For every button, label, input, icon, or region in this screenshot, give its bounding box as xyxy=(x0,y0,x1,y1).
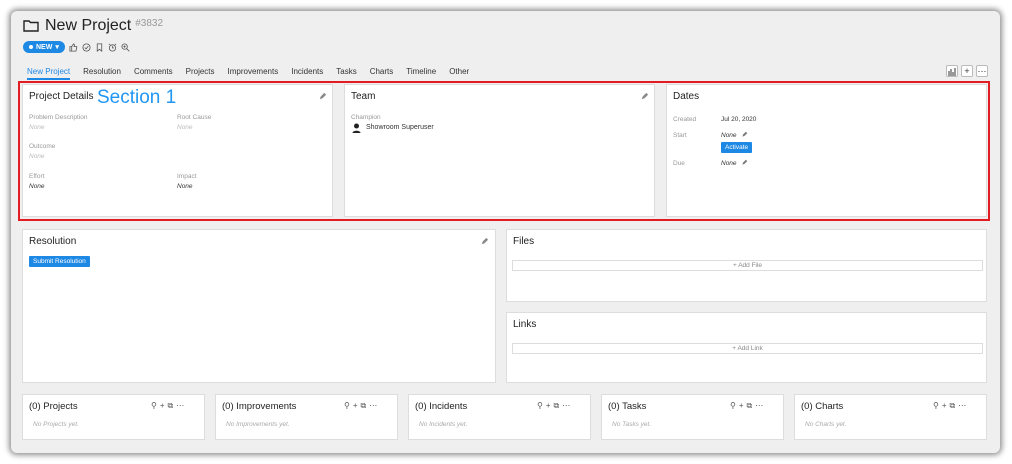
add-link-button[interactable]: + Add Link xyxy=(512,343,983,354)
tab-charts[interactable]: Charts xyxy=(370,67,394,80)
panel-title: Files xyxy=(513,236,535,247)
panel-title: Resolution xyxy=(29,236,77,247)
status-row: NEW ▾ xyxy=(23,41,130,53)
zoom-icon[interactable] xyxy=(121,42,130,52)
chart-icon xyxy=(948,68,956,76)
folder-icon xyxy=(23,20,39,32)
copy-icon[interactable]: ⧉ xyxy=(168,401,174,411)
subpanel-title: (0) Incidents xyxy=(415,401,468,412)
copy-icon[interactable]: ⧉ xyxy=(950,401,956,411)
search-icon[interactable]: ⚲ xyxy=(933,401,939,411)
files-panel: Files + Add File xyxy=(506,229,987,302)
subpanel-title: (0) Improvements xyxy=(222,401,297,412)
plus-icon[interactable]: + xyxy=(546,401,551,411)
subpanel-actions: ⚲ + ⧉ ⋯ xyxy=(730,401,763,411)
incidents-subpanel: (0) Incidents ⚲ + ⧉ ⋯ No Incidents yet. xyxy=(408,394,591,440)
tab-resolution[interactable]: Resolution xyxy=(83,67,121,80)
bookmark-icon[interactable] xyxy=(95,42,104,52)
projects-subpanel: (0) Projects ⚲ + ⧉ ⋯ No Projects yet. xyxy=(22,394,205,440)
more-icon[interactable]: ⋯ xyxy=(958,401,966,411)
add-file-button[interactable]: + Add File xyxy=(512,260,983,271)
chart-view-button[interactable] xyxy=(946,65,958,77)
empty-message: No Improvements yet. xyxy=(226,421,290,428)
tab-timeline[interactable]: Timeline xyxy=(406,67,436,80)
empty-message: No Tasks yet. xyxy=(612,421,652,428)
empty-message: No Charts yet. xyxy=(805,421,847,428)
search-icon[interactable]: ⚲ xyxy=(537,401,543,411)
tab-bar: New Project Resolution Comments Projects… xyxy=(27,67,482,80)
more-icon[interactable]: ⋯ xyxy=(369,401,377,411)
tasks-subpanel: (0) Tasks ⚲ + ⧉ ⋯ No Tasks yet. xyxy=(601,394,784,440)
subpanel-actions: ⚲ + ⧉ ⋯ xyxy=(933,401,966,411)
add-button[interactable]: + xyxy=(961,65,973,77)
charts-subpanel: (0) Charts ⚲ + ⧉ ⋯ No Charts yet. xyxy=(794,394,987,440)
app-window: New Project #3832 NEW ▾ New Project Reso… xyxy=(11,11,1000,453)
search-icon[interactable]: ⚲ xyxy=(730,401,736,411)
subpanel-actions: ⚲ + ⧉ ⋯ xyxy=(344,401,377,411)
subpanel-actions: ⚲ + ⧉ ⋯ xyxy=(151,401,184,411)
plus-icon[interactable]: + xyxy=(353,401,358,411)
alarm-clock-icon[interactable] xyxy=(108,43,117,52)
copy-icon[interactable]: ⧉ xyxy=(747,401,753,411)
status-label: NEW xyxy=(36,43,53,51)
more-icon[interactable]: ⋯ xyxy=(562,401,570,411)
page-header: New Project #3832 xyxy=(23,17,163,35)
resolution-panel: Resolution Submit Resolution xyxy=(22,229,496,383)
submit-resolution-button[interactable]: Submit Resolution xyxy=(29,256,90,267)
tab-incidents[interactable]: Incidents xyxy=(291,67,323,80)
status-dropdown[interactable]: NEW ▾ xyxy=(23,41,65,53)
copy-icon[interactable]: ⧉ xyxy=(361,401,367,411)
subpanel-title: (0) Projects xyxy=(29,401,78,412)
plus-icon[interactable]: + xyxy=(942,401,947,411)
tab-projects[interactable]: Projects xyxy=(186,67,215,80)
plus-icon[interactable]: + xyxy=(739,401,744,411)
check-circle-icon[interactable] xyxy=(82,42,91,52)
links-panel: Links + Add Link xyxy=(506,312,987,383)
search-icon[interactable]: ⚲ xyxy=(344,401,350,411)
more-icon[interactable]: ⋯ xyxy=(755,401,763,411)
status-dot-icon xyxy=(29,45,33,49)
more-icon[interactable]: ⋯ xyxy=(176,401,184,411)
tab-tasks[interactable]: Tasks xyxy=(336,67,356,80)
subpanel-actions: ⚲ + ⧉ ⋯ xyxy=(537,401,570,411)
empty-message: No Projects yet. xyxy=(33,421,79,428)
section-annotation-label: Section 1 xyxy=(97,87,177,108)
tab-other[interactable]: Other xyxy=(449,67,469,80)
empty-message: No Incidents yet. xyxy=(419,421,468,428)
pencil-icon[interactable] xyxy=(480,237,489,246)
subpanel-title: (0) Tasks xyxy=(608,401,647,412)
more-button[interactable]: ⋯ xyxy=(976,65,988,77)
subpanel-title: (0) Charts xyxy=(801,401,844,412)
copy-icon[interactable]: ⧉ xyxy=(554,401,560,411)
project-number: #3832 xyxy=(135,18,164,29)
tab-improvements[interactable]: Improvements xyxy=(228,67,279,80)
tab-comments[interactable]: Comments xyxy=(134,67,173,80)
page-title: New Project xyxy=(45,17,132,34)
search-icon[interactable]: ⚲ xyxy=(151,401,157,411)
panel-title: Links xyxy=(513,319,537,330)
plus-icon[interactable]: + xyxy=(160,401,165,411)
plus-icon: + xyxy=(964,66,970,76)
improvements-subpanel: (0) Improvements ⚲ + ⧉ ⋯ No Improvements ye… xyxy=(215,394,398,440)
chevron-down-icon: ▾ xyxy=(55,44,59,51)
more-icon: ⋯ xyxy=(977,66,987,76)
tab-new-project[interactable]: New Project xyxy=(27,67,71,80)
thumbs-up-icon[interactable] xyxy=(69,42,78,52)
